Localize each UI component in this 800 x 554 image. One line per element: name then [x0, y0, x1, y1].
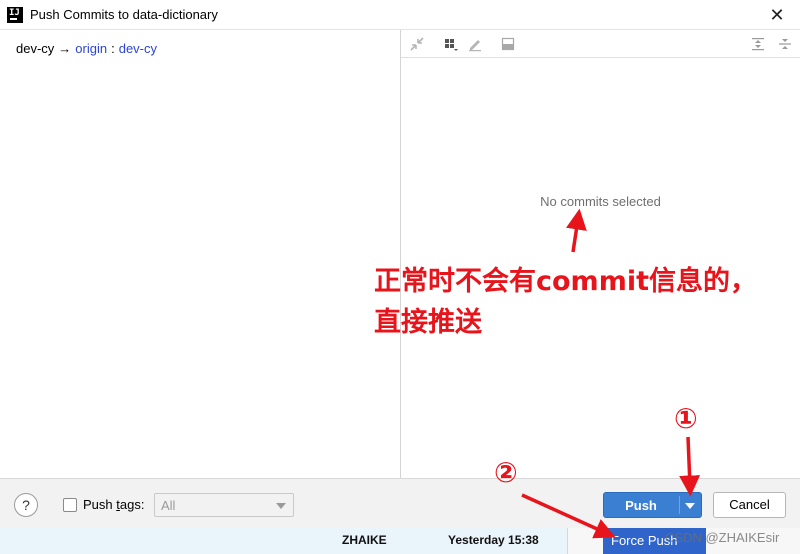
title-bar: IJ Push Commits to data-dictionary ✕: [0, 0, 800, 30]
annotation-marker-1: ①: [674, 402, 698, 435]
diff-preview-icon[interactable]: [499, 35, 517, 53]
collapse-all-icon[interactable]: [776, 35, 794, 53]
tags-scope-value: All: [161, 498, 176, 513]
push-tags-label-prefix: Push: [83, 497, 117, 512]
push-tags-checkbox[interactable]: [63, 498, 77, 512]
annotation-marker-2: ②: [494, 456, 518, 489]
watermark: CSDN @ZHAIKEsir: [665, 530, 780, 545]
push-options-dropdown-icon[interactable]: [685, 503, 695, 509]
details-toolbar: [401, 30, 800, 58]
push-button-label[interactable]: Push: [604, 498, 678, 513]
annotation-text-line-2: 直接推送: [374, 307, 482, 338]
remote-name-link[interactable]: origin: [75, 41, 107, 56]
push-direction-arrow: →: [58, 41, 72, 56]
expand-all-icon[interactable]: [749, 35, 767, 53]
collapse-icon[interactable]: [408, 35, 426, 53]
background-commit-date: Yesterday 15:38: [448, 533, 539, 547]
tags-scope-dropdown[interactable]: All: [154, 493, 294, 517]
target-branch-link[interactable]: dev-cy: [119, 41, 157, 56]
push-split-button[interactable]: Push: [603, 492, 702, 518]
cancel-button[interactable]: Cancel: [713, 492, 786, 518]
window-title: Push Commits to data-dictionary: [30, 7, 218, 22]
intellij-logo-icon: IJ: [7, 7, 23, 23]
branch-row[interactable]: dev-cy → origin: dev-cy: [16, 41, 157, 56]
branch-separator: :: [111, 41, 115, 56]
push-tags-label-suffix: ags:: [119, 497, 145, 512]
commit-details-panel: No commits selected: [401, 30, 800, 478]
group-by-icon[interactable]: [442, 35, 460, 53]
background-commit-author: ZHAIKE: [342, 533, 387, 547]
edit-icon[interactable]: [466, 35, 484, 53]
local-branch-name: dev-cy: [16, 41, 55, 56]
dialog-button-bar: ? Push tags: All Push Cancel: [0, 478, 800, 528]
no-commits-message: No commits selected: [540, 194, 661, 209]
commits-tree-panel: dev-cy → origin: dev-cy: [0, 30, 401, 478]
close-button[interactable]: ✕: [766, 4, 788, 26]
push-button-separator: [679, 496, 680, 514]
help-button[interactable]: ?: [14, 493, 38, 517]
annotation-text-line-1: 正常时不会有commit信息的，: [374, 266, 757, 297]
push-tags-label[interactable]: Push tags:: [83, 497, 144, 512]
chevron-down-icon: [276, 503, 286, 509]
